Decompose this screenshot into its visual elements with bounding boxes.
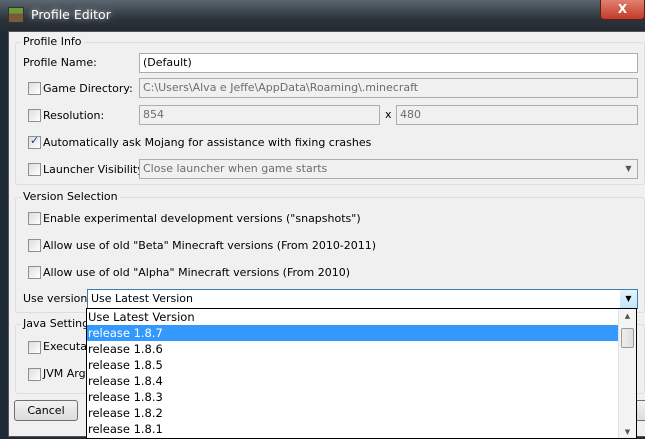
use-version-label: Use version: — [23, 292, 92, 305]
profile-name-input[interactable]: (Default) — [139, 53, 638, 73]
version-option[interactable]: release 1.8.1 — [87, 421, 636, 437]
auto-crash-assist-label: Automatically ask Mojang for assistance … — [43, 136, 372, 149]
chevron-down-icon: ▼ — [625, 164, 632, 173]
beta-versions-checkbox[interactable] — [28, 239, 41, 252]
title-bar[interactable]: Profile Editor X — [0, 0, 645, 32]
game-directory-checkbox[interactable] — [28, 82, 41, 95]
resolution-label: Resolution: — [43, 109, 105, 122]
profile-info-label: Profile Info — [21, 35, 84, 48]
version-option[interactable]: Use Latest Version — [87, 309, 636, 325]
scroll-up-arrow-icon[interactable]: ▲ — [619, 312, 636, 320]
alpha-versions-label: Allow use of old "Alpha" Minecraft versi… — [43, 266, 351, 279]
version-option[interactable]: release 1.8.6 — [87, 341, 636, 357]
profile-name-label: Profile Name: — [23, 56, 97, 69]
resolution-width-input[interactable]: 854 — [139, 105, 380, 125]
use-version-select[interactable]: Use Latest Version ▼ — [87, 289, 638, 309]
window-title: Profile Editor — [31, 7, 111, 22]
game-directory-input[interactable]: C:\Users\Alva e Jeffe\AppData\Roaming\.m… — [139, 78, 638, 98]
version-option[interactable]: release 1.8.3 — [87, 389, 636, 405]
beta-versions-label: Allow use of old "Beta" Minecraft versio… — [43, 239, 377, 252]
version-dropdown-list[interactable]: Use Latest Version release 1.8.7 release… — [86, 308, 637, 439]
use-version-value: Use Latest Version — [91, 292, 193, 305]
version-selection-label: Version Selection — [21, 190, 120, 203]
auto-crash-assist-checkbox[interactable] — [28, 134, 41, 149]
version-option-highlighted[interactable]: release 1.8.7 — [87, 325, 618, 341]
version-option[interactable]: release 1.8.5 — [87, 357, 636, 373]
close-button[interactable]: X — [600, 0, 645, 20]
snapshots-label: Enable experimental development versions… — [43, 212, 361, 225]
jvm-arguments-checkbox[interactable] — [28, 368, 41, 381]
version-option[interactable]: release 1.8.2 — [87, 405, 636, 421]
scrollbar-thumb[interactable] — [621, 328, 634, 348]
launcher-visibility-label: Launcher Visibility: — [43, 163, 147, 176]
dropdown-scrollbar[interactable]: ▲ ▼ — [618, 309, 636, 438]
launcher-visibility-checkbox[interactable] — [28, 163, 41, 176]
resolution-separator: x — [385, 108, 392, 121]
resolution-checkbox[interactable] — [28, 109, 41, 122]
snapshots-checkbox[interactable] — [28, 212, 41, 225]
chevron-down-icon[interactable]: ▼ — [620, 290, 637, 308]
executable-checkbox[interactable] — [28, 341, 41, 354]
scroll-down-arrow-icon[interactable]: ▼ — [619, 428, 636, 436]
cancel-button[interactable]: Cancel — [14, 400, 78, 421]
launcher-visibility-select[interactable]: Close launcher when game starts ▼ — [139, 159, 638, 179]
version-option[interactable]: release 1.8.4 — [87, 373, 636, 389]
launcher-visibility-value: Close launcher when game starts — [143, 162, 328, 175]
minecraft-grass-block-icon — [8, 7, 24, 23]
resolution-height-input[interactable]: 480 — [396, 105, 638, 125]
alpha-versions-checkbox[interactable] — [28, 266, 41, 279]
game-directory-label: Game Directory: — [43, 82, 133, 95]
